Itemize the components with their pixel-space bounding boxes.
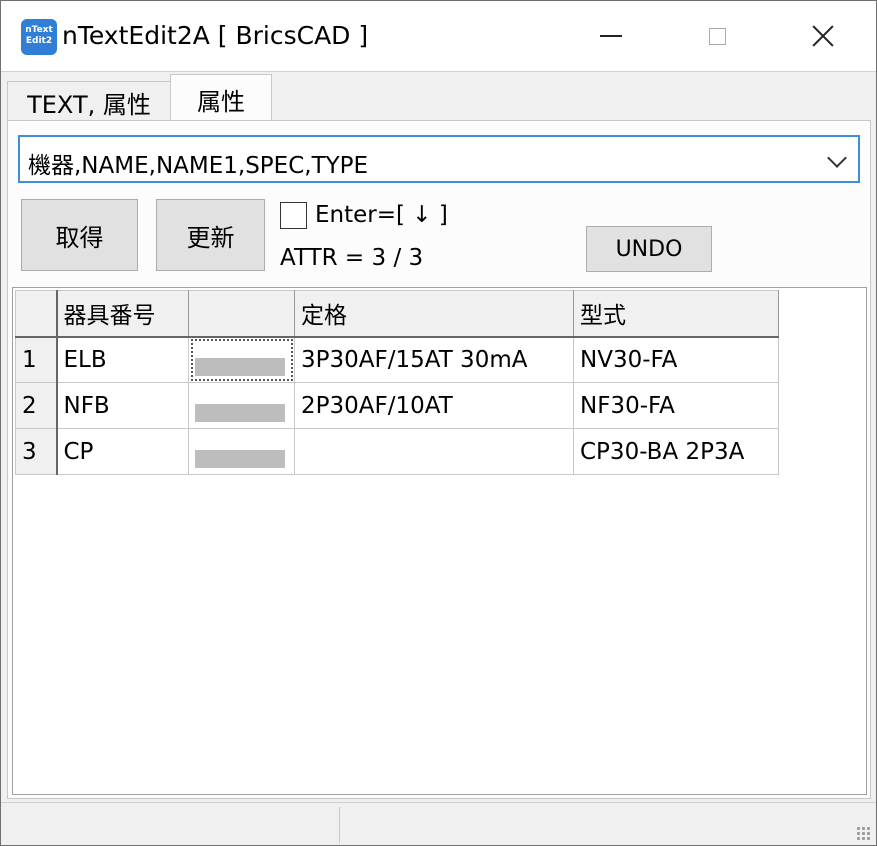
grid-header-row: 器具番号 定格 型式 [15, 290, 779, 338]
close-icon [812, 25, 834, 47]
color-swatch [195, 403, 285, 422]
app-window: nText Edit2 nTextEdit2A [ BricsCAD ] TEX… [0, 0, 877, 846]
chevron-down-icon[interactable] [827, 148, 847, 168]
grid-cell[interactable]: ELB [56, 336, 189, 383]
table-row: 3 CP CP30-BA 2P3A [15, 428, 779, 475]
enter-checkbox[interactable] [280, 202, 307, 229]
column-header[interactable] [188, 290, 295, 338]
tab-attributes[interactable]: 属性 [170, 74, 272, 123]
table-row: 2 NFB 2P30AF/10AT NF30-FA [15, 382, 779, 429]
color-swatch [195, 449, 285, 468]
app-icon: nText Edit2 [21, 19, 57, 55]
grid-cell[interactable]: 3P30AF/15AT 30mA [294, 336, 574, 383]
color-swatch [195, 357, 285, 376]
grid-cell[interactable]: NFB [56, 382, 189, 429]
color-cell[interactable] [188, 336, 295, 383]
grid-cell[interactable]: CP [56, 428, 189, 475]
grid-cell[interactable] [294, 428, 574, 475]
tab-strip: TEXT, 属性 属性 [1, 71, 876, 123]
grid-cell[interactable]: NV30-FA [573, 336, 779, 383]
grid-cell[interactable]: NF30-FA [573, 382, 779, 429]
combobox-value: 機器,NAME,NAME1,SPEC,TYPE [28, 153, 369, 179]
minimize-button[interactable] [558, 1, 664, 71]
row-header[interactable]: 1 [15, 336, 58, 383]
column-header[interactable]: 定格 [294, 290, 574, 338]
title-bar[interactable]: nText Edit2 nTextEdit2A [ BricsCAD ] [1, 1, 876, 71]
enter-checkbox-label[interactable]: Enter=[ ↓ ] [315, 202, 448, 228]
minimize-icon [600, 35, 622, 37]
column-header[interactable]: 器具番号 [56, 290, 189, 338]
update-button[interactable]: 更新 [156, 199, 265, 271]
window-title: nTextEdit2A [ BricsCAD ] [62, 21, 369, 50]
attr-count-text: ATTR = 3 / 3 [280, 245, 424, 271]
column-header[interactable]: 型式 [573, 290, 779, 338]
status-separator [339, 807, 340, 843]
maximize-button[interactable] [664, 1, 770, 71]
resize-grip-icon[interactable] [856, 826, 872, 842]
color-cell[interactable] [188, 382, 295, 429]
undo-button[interactable]: UNDO [586, 226, 712, 272]
grid-corner-cell[interactable] [15, 290, 58, 338]
row-header[interactable]: 3 [15, 428, 58, 475]
tab-text-attributes[interactable]: TEXT, 属性 [7, 81, 171, 123]
maximize-icon [708, 27, 726, 45]
status-bar [1, 802, 876, 845]
color-cell[interactable] [188, 428, 295, 475]
attribute-grid: 器具番号 定格 型式 1 ELB 3P30AF/15AT 30mA NV30-F… [15, 290, 779, 475]
table-row: 1 ELB 3P30AF/15AT 30mA NV30-FA [15, 336, 779, 383]
grid-cell[interactable]: CP30-BA 2P3A [573, 428, 779, 475]
row-header[interactable]: 2 [15, 382, 58, 429]
attribute-combobox[interactable]: 機器,NAME,NAME1,SPEC,TYPE [18, 135, 860, 183]
get-button[interactable]: 取得 [21, 199, 138, 271]
grid-cell[interactable]: 2P30AF/10AT [294, 382, 574, 429]
close-button[interactable] [770, 1, 876, 71]
